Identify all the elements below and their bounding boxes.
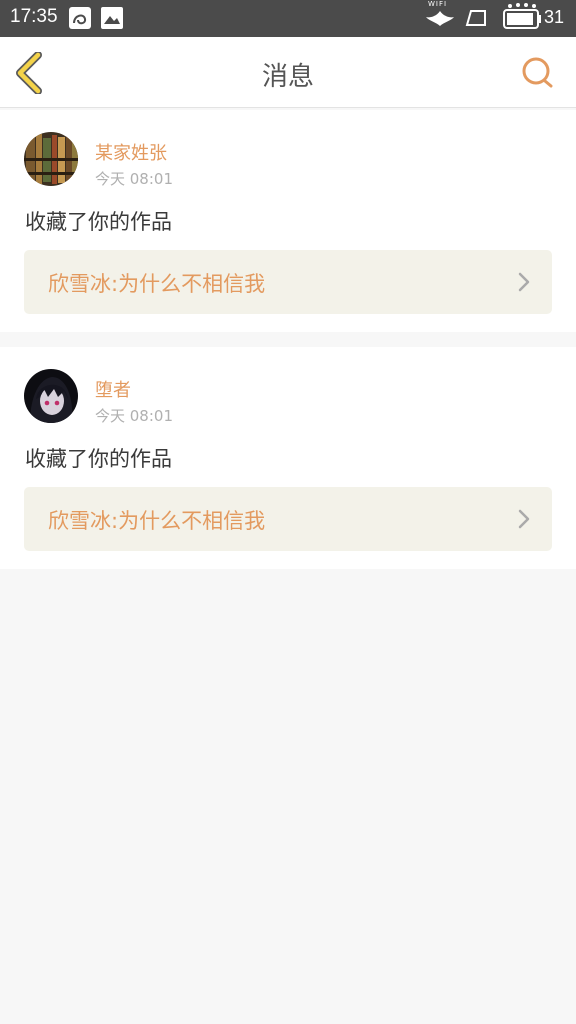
search-icon — [522, 57, 553, 88]
username[interactable]: 某家姓张 — [95, 139, 167, 165]
message-card: 某家姓张 今天 08:01 收藏了你的作品 欣雪冰:为什么不相信我 — [0, 110, 576, 332]
work-link[interactable]: 欣雪冰:为什么不相信我 — [24, 487, 552, 551]
chevron-right-icon — [518, 509, 530, 529]
wifi-label: WIFI — [428, 0, 448, 8]
status-bar: 17:35 WIFI 31 — [0, 0, 576, 37]
message-action-text: 收藏了你的作品 — [25, 210, 172, 234]
page-title: 消息 — [261, 62, 314, 92]
avatar[interactable] — [24, 132, 78, 186]
message-time: 今天 08:01 — [95, 170, 173, 188]
wifi-icon — [425, 9, 455, 31]
message-card: 堕者 今天 08:01 收藏了你的作品 欣雪冰:为什么不相信我 — [0, 347, 576, 569]
image-notification-icon — [101, 7, 123, 29]
battery-level: 31 — [544, 7, 565, 27]
signal-icon — [465, 9, 487, 31]
battery-icon — [503, 3, 541, 31]
message-time: 今天 08:01 — [95, 407, 173, 425]
work-title: 欣雪冰:为什么不相信我 — [48, 272, 266, 296]
notification-app-icon — [69, 7, 91, 29]
search-button[interactable] — [520, 55, 556, 91]
username[interactable]: 堕者 — [95, 376, 131, 402]
chevron-right-icon — [518, 272, 530, 292]
work-title: 欣雪冰:为什么不相信我 — [48, 509, 266, 533]
message-action-text: 收藏了你的作品 — [25, 447, 172, 471]
work-link[interactable]: 欣雪冰:为什么不相信我 — [24, 250, 552, 314]
status-time: 17:35 — [10, 6, 58, 27]
top-navigation-bar: 消息 — [0, 37, 576, 108]
avatar[interactable] — [24, 369, 78, 423]
